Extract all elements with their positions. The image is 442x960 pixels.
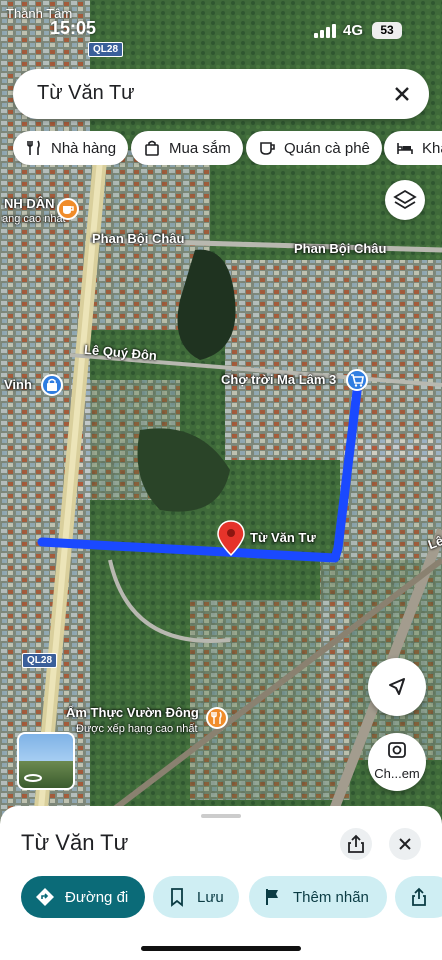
- bookmark-icon: [167, 887, 187, 907]
- save-button[interactable]: Lưu: [153, 876, 239, 918]
- poi-sublabel-dan: ạng cao nhất: [2, 213, 66, 225]
- chip-hotels[interactable]: Khá: [384, 131, 442, 165]
- home-indicator: [141, 946, 301, 951]
- route-badge-ql28-bottom: QL28: [22, 653, 58, 668]
- coffee-poi-icon[interactable]: [57, 198, 79, 220]
- status-time: 15:05: [50, 18, 97, 38]
- save-label: Lưu: [197, 888, 224, 906]
- share-icon: [409, 887, 429, 907]
- restaurant-poi-icon[interactable]: [206, 707, 228, 729]
- street-view-thumbnail[interactable]: [17, 732, 75, 790]
- chip-coffee[interactable]: Quán cà phê: [246, 131, 382, 165]
- poi-label-vinh[interactable]: Vinh: [4, 377, 32, 392]
- close-icon: [399, 838, 411, 850]
- poi-label-dan[interactable]: NH DÂN: [4, 196, 55, 211]
- fork-knife-icon: [25, 139, 43, 157]
- add-label-button[interactable]: Thêm nhãn: [249, 876, 387, 918]
- chip-shopping[interactable]: Mua sắm: [131, 131, 243, 165]
- poi-sublabel-am-thuc: Được xếp hạng cao nhất: [76, 723, 198, 735]
- poi-label-cho-troi[interactable]: Chợ trời Ma Lâm 3: [221, 372, 336, 387]
- layers-icon: [393, 189, 417, 210]
- directions-button[interactable]: Đường đi: [21, 876, 145, 918]
- lens-button[interactable]: Ch...em: [368, 733, 426, 791]
- street-label-phan-boi-chau: Phan Bội Châu: [92, 231, 185, 246]
- place-label-tu-van-tu[interactable]: Từ Văn Tư: [250, 530, 316, 545]
- shopping-poi-icon[interactable]: [41, 374, 63, 396]
- sheet-drag-handle[interactable]: [201, 814, 241, 818]
- coffee-icon: [258, 139, 276, 157]
- cart-poi-icon[interactable]: [346, 369, 368, 391]
- close-sheet-button[interactable]: [389, 828, 421, 860]
- bed-icon: [396, 139, 414, 157]
- add-label-label: Thêm nhãn: [293, 888, 369, 906]
- poi-label-am-thuc-vuon-dong[interactable]: Ẩm Thực Vườn Đông: [66, 705, 199, 720]
- battery-icon: 53: [372, 22, 402, 39]
- street-label-phan-boi-chau-right: Phan Bội Châu: [294, 241, 387, 256]
- rotate-360-icon: [24, 774, 42, 782]
- network-type: 4G: [343, 22, 364, 39]
- directions-icon: [35, 887, 55, 907]
- place-sheet: Từ Văn Tư Đường đi Lưu Thêm nhãn: [0, 806, 442, 960]
- my-location-button[interactable]: [368, 658, 426, 716]
- navigation-arrow-icon: [389, 678, 405, 695]
- layers-button[interactable]: [385, 180, 425, 220]
- share-button[interactable]: [340, 828, 372, 860]
- place-title: Từ Văn Tư: [21, 830, 129, 855]
- search-bar[interactable]: Từ Văn Tư: [13, 69, 429, 119]
- chip-label: Quán cà phê: [284, 139, 370, 157]
- chip-restaurants[interactable]: Nhà hàng: [13, 131, 129, 165]
- signal-bars-icon: [314, 22, 338, 38]
- category-chips: Nhà hàng Mua sắm Quán cà phê Khá: [0, 131, 442, 165]
- flag-icon: [263, 887, 283, 907]
- share-icon: [348, 834, 364, 853]
- shopping-bag-icon: [143, 139, 161, 157]
- search-query[interactable]: Từ Văn Tư: [37, 82, 135, 105]
- chip-label: Khá: [422, 139, 442, 157]
- close-icon[interactable]: [389, 81, 415, 107]
- camera-lens-icon: [388, 742, 406, 758]
- lens-button-label: Ch...em: [374, 766, 420, 781]
- chip-label: Nhà hàng: [51, 139, 117, 157]
- chip-label: Mua sắm: [169, 139, 231, 157]
- status-bar: Thành Tâm 15:05 4G 53: [0, 0, 442, 60]
- share-action-button[interactable]: [395, 876, 442, 918]
- directions-label: Đường đi: [65, 888, 129, 906]
